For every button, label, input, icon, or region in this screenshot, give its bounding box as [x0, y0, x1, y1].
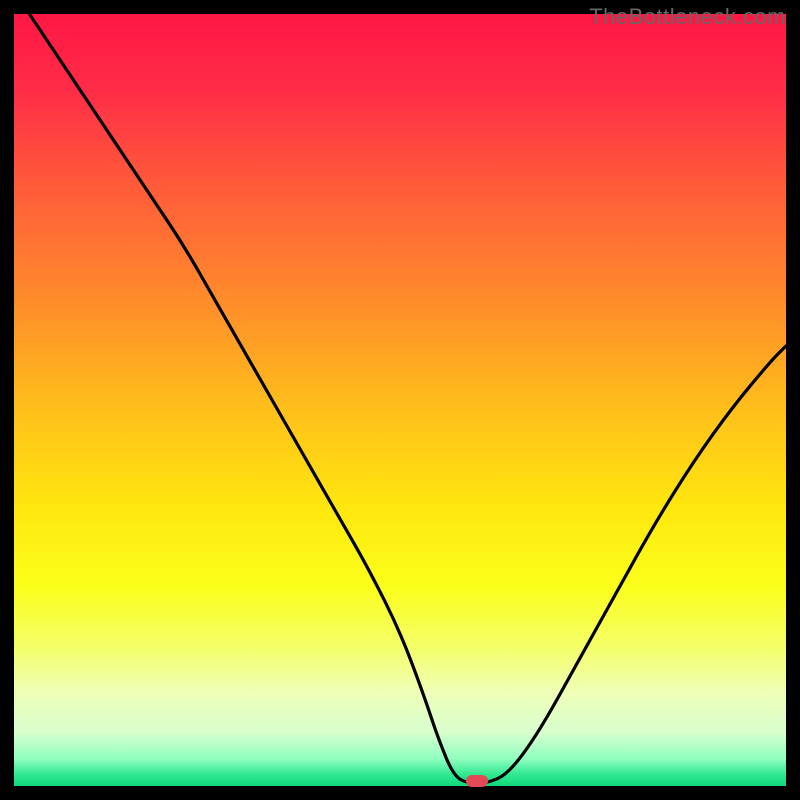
watermark-text: TheBottleneck.com	[589, 4, 786, 30]
optimal-marker	[466, 775, 488, 787]
chart-frame: TheBottleneck.com	[0, 0, 800, 800]
plot-svg	[14, 14, 786, 786]
gradient-background	[14, 14, 786, 786]
plot-area	[14, 14, 786, 786]
